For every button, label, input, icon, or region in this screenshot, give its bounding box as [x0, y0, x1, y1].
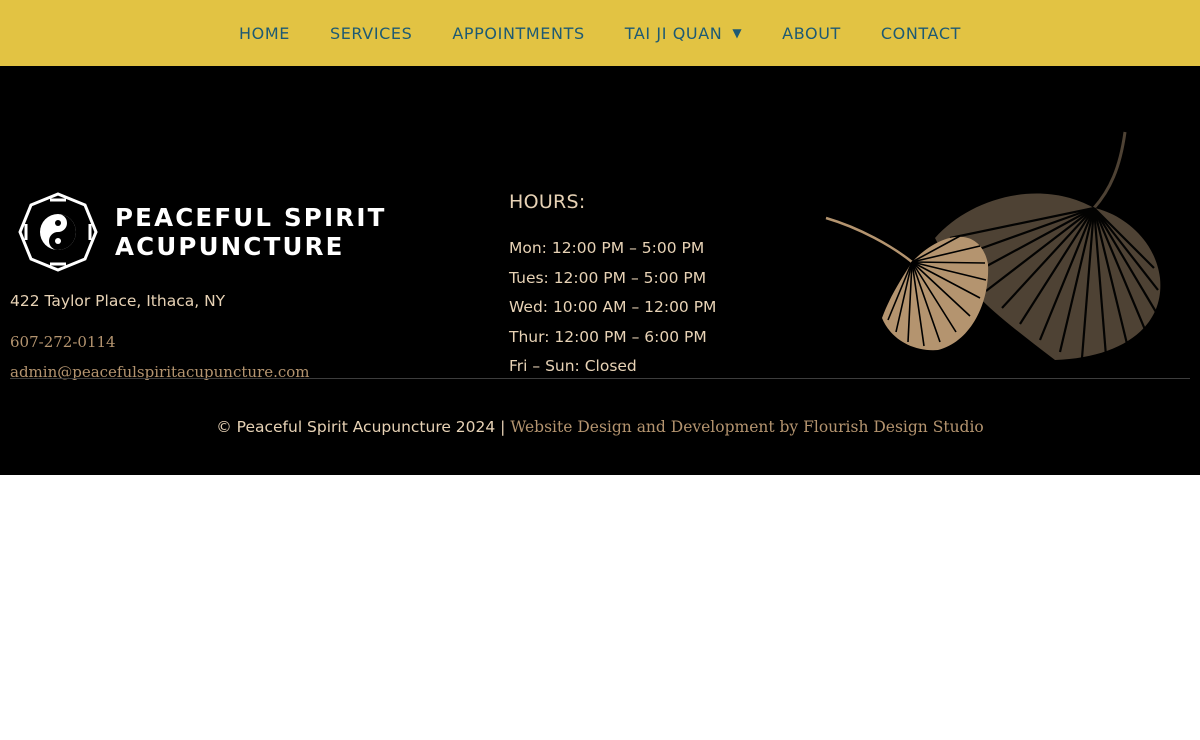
copyright-bar: © Peaceful Spirit Acupuncture 2024 | Web…	[0, 418, 1200, 436]
hours-list: Mon: 12:00 PM – 5:00 PM Tues: 12:00 PM –…	[509, 234, 716, 382]
address-text: 422 Taylor Place, Ithaca, NY	[10, 292, 226, 310]
site-footer: PEACEFUL SPIRIT ACUPUNCTURE 422 Taylor P…	[0, 66, 1200, 475]
nav-appointments[interactable]: APPOINTMENTS	[452, 24, 584, 43]
bagua-yin-yang-icon	[18, 192, 98, 272]
hours-item-tues: Tues: 12:00 PM – 5:00 PM	[509, 268, 707, 287]
nav-home-label: HOME	[239, 23, 290, 43]
nav-appointments-label: APPOINTMENTS	[452, 23, 585, 43]
design-credit-link[interactable]: Website Design and Development by Flouri…	[510, 418, 983, 436]
phone-link[interactable]: 607-272-0114	[10, 333, 116, 351]
hours-item-mon: Mon: 12:00 PM – 5:00 PM	[509, 239, 705, 257]
logo-line-1: PEACEFUL SPIRIT	[115, 203, 387, 232]
hours-heading: HOURS:	[509, 191, 586, 213]
main-navigation: HOME SERVICES APPOINTMENTS TAI JI QUAN ▼…	[0, 0, 1200, 66]
hours-item-thur: Thur: 12:00 PM – 6:00 PM	[509, 327, 707, 346]
nav-contact-label: CONTACT	[880, 23, 961, 43]
nav-contact[interactable]: CONTACT	[881, 24, 961, 43]
logo-line-2: ACUPUNCTURE	[115, 232, 345, 261]
nav-home[interactable]: HOME	[239, 24, 290, 43]
site-logo[interactable]: PEACEFUL SPIRIT ACUPUNCTURE	[18, 192, 387, 272]
nav-services[interactable]: SERVICES	[330, 24, 412, 43]
nav-services-label: SERVICES	[329, 23, 413, 43]
nav-tai-ji-quan[interactable]: TAI JI QUAN ▼	[625, 24, 742, 43]
hours-item-wed: Wed: 10:00 AM – 12:00 PM	[509, 298, 717, 316]
nav-about[interactable]: ABOUT	[782, 24, 841, 43]
caret-down-icon: ▼	[732, 26, 743, 40]
nav-tai-ji-quan-label: TAI JI QUAN	[624, 23, 723, 43]
footer-divider	[10, 378, 1190, 379]
logo-wordmark: PEACEFUL SPIRIT ACUPUNCTURE	[115, 203, 387, 261]
ginkgo-leaves-icon	[825, 131, 1161, 360]
nav-about-label: ABOUT	[782, 23, 841, 43]
copyright-text: © Peaceful Spirit Acupuncture 2024 |	[216, 418, 506, 436]
